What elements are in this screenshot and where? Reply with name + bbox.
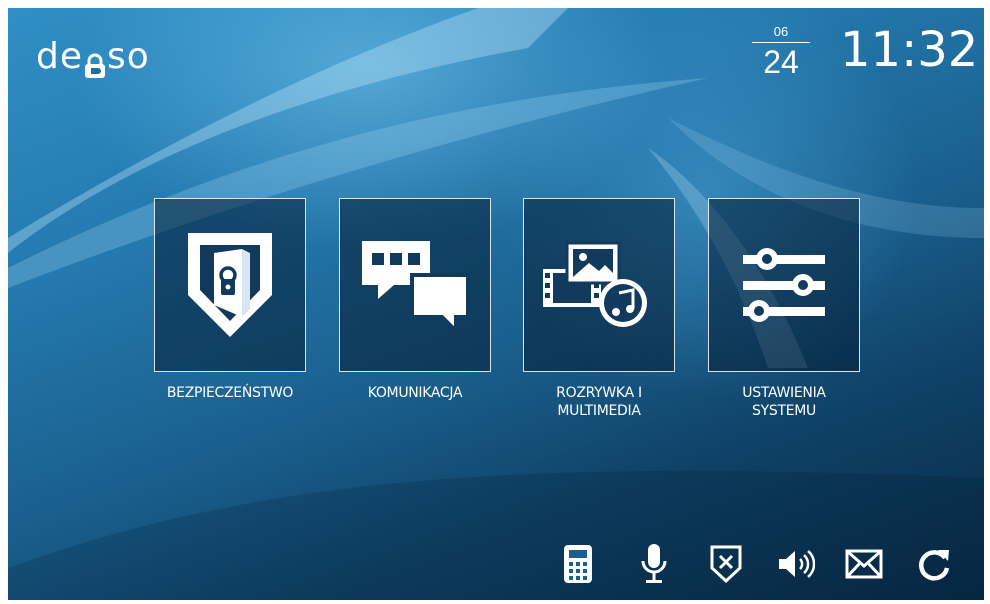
alarm-shield-x-icon [710, 545, 742, 584]
sliders-settings-icon [743, 248, 825, 322]
messages-button[interactable] [842, 540, 886, 588]
clock-time: 11:32 [840, 22, 979, 78]
date-display: 06 24 [748, 24, 814, 81]
microphone-button[interactable] [632, 540, 676, 588]
logo-lock-icon [84, 47, 106, 78]
volume-button[interactable] [774, 540, 818, 588]
refresh-icon [919, 550, 950, 581]
home-screen: de so 06 24 11:32 BEZPIECZEŃSTWO KOMUNIK… [8, 8, 984, 600]
refresh-button[interactable] [912, 540, 956, 588]
date-day: 24 [763, 44, 799, 80]
tile-communication-label: KOMUNIKACJA [367, 385, 463, 401]
tile-settings[interactable] [708, 198, 860, 372]
multimedia-icon [543, 241, 647, 327]
tile-security-label: BEZPIECZEŃSTWO [166, 385, 294, 401]
date-month: 06 [752, 24, 810, 43]
logo-text-suffix: so [107, 36, 150, 77]
speaker-volume-icon [779, 550, 815, 578]
derso-logo: de so [36, 36, 150, 78]
intercom-phone-icon [564, 545, 592, 583]
tile-multimedia-label: ROZRYWKA I MULTIMEDIA [556, 385, 642, 419]
tile-security[interactable] [154, 198, 306, 372]
tile-settings-label: USTAWIENIA SYSTEMU [742, 385, 826, 419]
intercom-phone-button[interactable] [556, 540, 600, 588]
chat-bubbles-icon [362, 241, 470, 333]
logo-text-prefix: de [36, 36, 83, 77]
security-shield-lock-icon [188, 233, 272, 337]
microphone-icon [641, 544, 667, 583]
tile-communication[interactable] [339, 198, 491, 372]
alarm-button[interactable] [704, 540, 748, 588]
tile-multimedia[interactable] [523, 198, 675, 372]
mail-envelope-icon [845, 549, 883, 579]
